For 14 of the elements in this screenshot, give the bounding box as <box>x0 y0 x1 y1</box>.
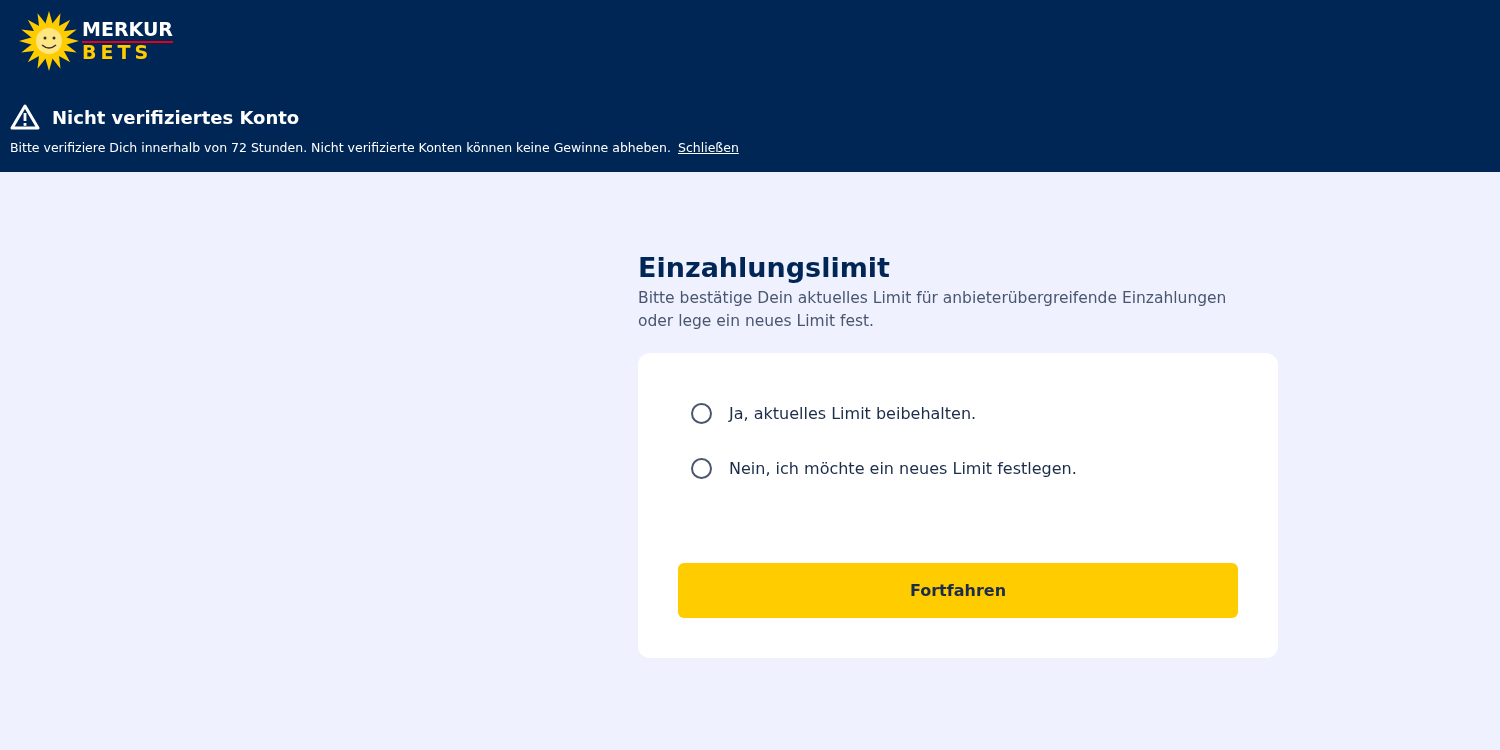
page-title: Einzahlungslimit <box>638 252 891 283</box>
continue-button[interactable]: Fortfahren <box>678 563 1238 618</box>
banner-message: Bitte verifiziere Dich innerhalb von 72 Stunden. Nicht verifizierte Konten können keine Gewinne abheben. <box>10 140 671 155</box>
radio-option[interactable]: Ja, aktuelles Limit beibehalten. <box>691 403 1238 424</box>
logo-wordmark: MERKUR <box>82 20 173 43</box>
radio-button[interactable] <box>691 403 712 424</box>
page-description: Bitte bestätige Dein aktuelles Limit für anbieterübergreifende Einzahlungen oder lege ein neues Limit fest. <box>638 288 1228 332</box>
warning-icon <box>10 104 40 130</box>
close-link[interactable]: Schließen <box>677 140 739 155</box>
logo-wordmark: BETS <box>82 43 154 62</box>
radio-option[interactable]: Nein, ich möchte ein neues Limit festlegen. <box>691 458 1238 479</box>
radio-button[interactable] <box>691 458 712 479</box>
banner-title: Nicht verifiziertes Konto <box>52 106 300 128</box>
sun-logo-icon <box>18 10 80 72</box>
